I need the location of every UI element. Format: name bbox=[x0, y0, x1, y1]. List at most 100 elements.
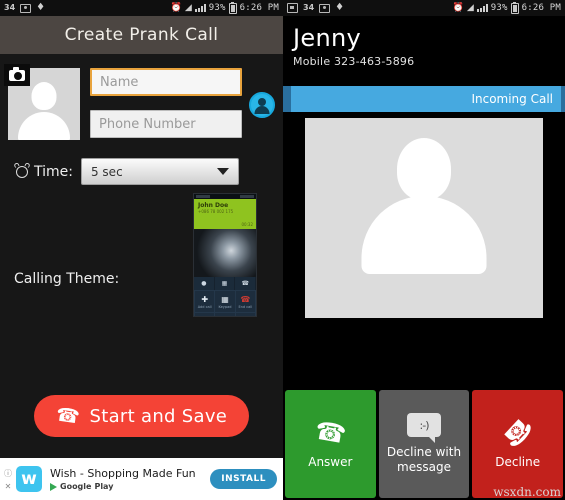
ad-banner[interactable]: ⓘ ✕ w Wish - Shopping Made Fun Google Pl… bbox=[0, 458, 283, 500]
ad-store-suffix: Play bbox=[94, 482, 114, 491]
start-and-save-label: Start and Save bbox=[89, 405, 228, 427]
theme-btn-keypad: ▦ Keypad bbox=[215, 291, 235, 312]
input-fields bbox=[80, 68, 242, 138]
answer-label: Answer bbox=[308, 455, 353, 469]
time-selected-value: 5 sec bbox=[90, 164, 123, 179]
theme-btn-end-call: ☎ End call bbox=[235, 291, 255, 312]
battery-percent: 93% bbox=[490, 3, 508, 13]
camera-status-icon bbox=[20, 3, 32, 13]
calling-theme-preview[interactable]: John Doe +086 78 002 175 00:32 ● ▦ ☎ ✚ A… bbox=[193, 193, 257, 317]
theme-caller-banner: John Doe +086 78 002 175 00:32 bbox=[194, 199, 256, 229]
info-icon[interactable]: ⓘ bbox=[4, 468, 12, 479]
watermark: wsxdn.com bbox=[493, 485, 561, 499]
start-button-container: ☎ Start and Save bbox=[0, 395, 283, 437]
page-title: Create Prank Call bbox=[64, 25, 219, 45]
theme-btn-label: Keypad bbox=[218, 304, 232, 309]
time-setting-row: Time: 5 sec bbox=[0, 140, 283, 185]
alarm-icon: ⏰ bbox=[170, 2, 182, 13]
camera-icon[interactable] bbox=[4, 64, 30, 86]
dropbox-icon: ♦ bbox=[335, 2, 345, 13]
time-label: Time: bbox=[34, 163, 73, 180]
theme-btn-label: End call bbox=[238, 304, 253, 309]
caller-photo-head bbox=[397, 138, 451, 200]
camera-glyph bbox=[9, 67, 25, 81]
theme-action-row: ● ▦ ☎ bbox=[194, 277, 256, 290]
ad-store-name: Google bbox=[60, 482, 92, 491]
theme-btn-headset: ☉ Headset bbox=[235, 313, 255, 318]
decline-label: Decline bbox=[495, 455, 541, 469]
app-bar: Create Prank Call bbox=[0, 16, 283, 54]
keypad-icon: ▦ bbox=[221, 294, 229, 304]
theme-btn-add-call: ✚ Add call bbox=[195, 291, 215, 312]
notification-34-icon: 34 bbox=[303, 3, 315, 12]
contact-picker-icon[interactable] bbox=[249, 92, 275, 118]
caller-info: Jenny Mobile 323-463-5896 bbox=[283, 16, 565, 68]
alarm-icon: ⏰ bbox=[452, 2, 464, 13]
speaker-icon: 🔊 bbox=[200, 317, 210, 318]
close-icon[interactable]: ✕ bbox=[5, 482, 12, 491]
headset-icon: ☉ bbox=[242, 317, 249, 318]
theme-call-duration: 00:32 bbox=[241, 222, 253, 227]
alarm-clock-icon bbox=[13, 162, 31, 180]
start-and-save-button[interactable]: ☎ Start and Save bbox=[33, 395, 250, 437]
contact-form bbox=[0, 54, 283, 140]
phone-number-input[interactable] bbox=[90, 110, 242, 138]
phone-down-icon: ☎ bbox=[496, 411, 539, 454]
screenshot-root: 34 ♦ ⏰ ◢ 93% 6:26 PM Create Prank Call N… bbox=[0, 0, 565, 500]
theme-caller-photo bbox=[194, 229, 256, 277]
end-call-icon: ☎ bbox=[240, 294, 251, 304]
message-bubble-icon: :-) bbox=[407, 413, 441, 443]
battery-icon bbox=[510, 1, 519, 14]
screenshot-icon bbox=[287, 3, 298, 13]
theme-caller-number: +086 78 002 175 bbox=[198, 209, 234, 214]
incoming-call-inner: Incoming Call bbox=[291, 86, 561, 112]
wifi-icon: ◢ bbox=[466, 2, 474, 13]
decline-with-message-label: Decline with message bbox=[386, 445, 462, 474]
status-clock: 6:26 PM bbox=[521, 3, 561, 13]
ad-store-row: Google Play bbox=[50, 482, 210, 491]
camera-status-icon bbox=[319, 3, 331, 13]
status-clock: 6:26 PM bbox=[239, 3, 279, 13]
google-play-icon bbox=[50, 482, 57, 491]
caller-photo bbox=[305, 118, 543, 318]
caller-name: Jenny bbox=[293, 24, 361, 52]
status-icons-left: 34 ♦ bbox=[287, 3, 344, 13]
avatar-picker[interactable] bbox=[4, 64, 80, 140]
caller-photo-body bbox=[361, 196, 487, 274]
theme-btn-mute: 🎙 Mute bbox=[215, 313, 235, 318]
status-icons-left: 34 ♦ bbox=[4, 3, 45, 13]
theme-action-hold-icon: ▦ bbox=[215, 277, 236, 290]
install-button[interactable]: INSTALL bbox=[210, 469, 277, 489]
battery-percent: 93% bbox=[208, 3, 226, 13]
incoming-call-banner: Incoming Call bbox=[283, 86, 565, 112]
ad-text: Wish - Shopping Made Fun Google Play bbox=[42, 467, 210, 491]
incoming-call-label: Incoming Call bbox=[471, 92, 553, 106]
contact-picker-body bbox=[254, 106, 270, 114]
theme-action-contact-icon: ● bbox=[194, 277, 215, 290]
time-dropdown[interactable]: 5 sec bbox=[80, 158, 239, 185]
decline-with-message-button[interactable]: :-) Decline with message bbox=[378, 390, 470, 498]
answer-button[interactable]: ☎ Answer bbox=[285, 390, 376, 498]
dropbox-icon: ♦ bbox=[36, 2, 46, 13]
mute-icon: 🎙 bbox=[220, 317, 230, 318]
theme-action-call-icon: ☎ bbox=[235, 277, 256, 290]
signal-icon bbox=[194, 4, 206, 12]
notification-34-icon: 34 bbox=[4, 3, 16, 12]
status-icons-right: ⏰ ◢ 93% 6:26 PM bbox=[452, 1, 561, 14]
plus-circle-icon: ✚ bbox=[201, 294, 209, 304]
theme-call-controls: ✚ Add call ▦ Keypad ☎ End call 🔊 Speaker bbox=[194, 290, 256, 318]
phone-up-icon: ☎ bbox=[312, 415, 349, 450]
contact-picker-head bbox=[258, 98, 266, 106]
avatar-head bbox=[31, 82, 57, 110]
right-screen: 34 ♦ ⏰ ◢ 93% 6:26 PM Jenny Mobile 323-46… bbox=[283, 0, 565, 500]
phone-icon: ☎ bbox=[54, 403, 81, 429]
call-actions: ☎ Answer :-) Decline with message ☎ Decl… bbox=[283, 388, 565, 500]
name-input[interactable] bbox=[90, 68, 242, 96]
decline-button[interactable]: ☎ Decline bbox=[472, 390, 564, 498]
left-screen: 34 ♦ ⏰ ◢ 93% 6:26 PM Create Prank Call N… bbox=[0, 0, 283, 500]
status-icons-right: ⏰ ◢ 93% 6:26 PM bbox=[170, 1, 279, 14]
theme-btn-label: Add call bbox=[197, 304, 212, 309]
calling-theme-row: Calling Theme: John Doe +086 78 002 175 … bbox=[0, 185, 283, 346]
caller-number: Mobile 323-463-5896 bbox=[293, 55, 415, 68]
ad-controls[interactable]: ⓘ ✕ bbox=[0, 468, 16, 491]
